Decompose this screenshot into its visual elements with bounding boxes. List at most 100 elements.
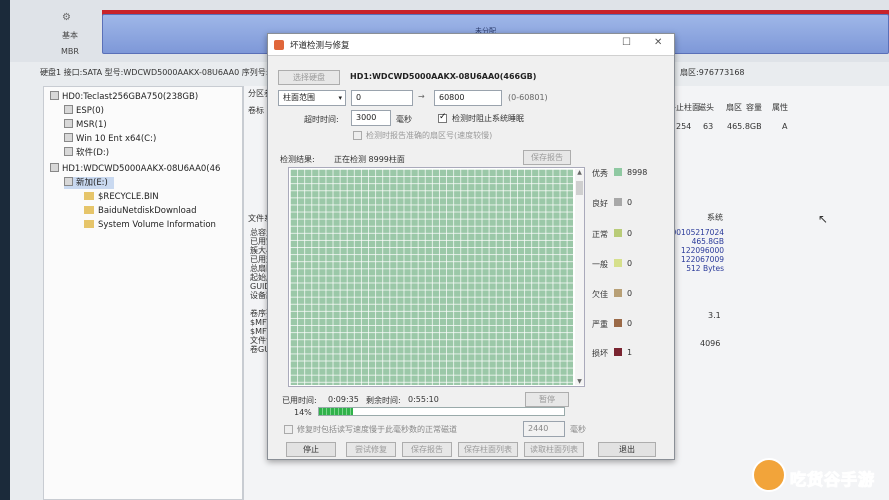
partition-icon [64, 119, 73, 128]
timeout-label: 超时时间: [304, 115, 339, 124]
tree-item-recycle[interactable]: $RECYCLE.BIN [84, 191, 159, 203]
legend-count: 8998 [627, 168, 648, 177]
legend-count: 0 [627, 229, 633, 238]
partition-icon [64, 147, 73, 156]
app-icon [274, 40, 284, 50]
range-select-value: 柱面范围 [283, 93, 315, 102]
load-cylinder-list-button[interactable]: 读取柱面列表 [524, 442, 584, 457]
partition-icon [64, 177, 73, 186]
scroll-up-icon[interactable]: ▲ [575, 169, 584, 176]
range-select[interactable]: 柱面范围 ▾ [278, 90, 346, 106]
legend-count: 0 [627, 198, 633, 207]
val-capacity: 465.8GB [727, 122, 762, 131]
elapsed-label: 已用时间: [282, 396, 317, 405]
report-exact-checkbox[interactable] [353, 131, 362, 140]
val-attr: A [782, 122, 788, 131]
watermark-logo [752, 458, 786, 492]
col-sector: 扇区 [726, 103, 742, 112]
folder-icon [84, 206, 94, 214]
info-value-v2: 4096 [700, 339, 721, 348]
to-field[interactable]: 60800 [434, 90, 502, 106]
cylinder-map [290, 169, 573, 385]
val-sector: 63 [703, 122, 714, 131]
col-capacity: 容量 [746, 103, 762, 112]
legend-label: 损坏 [592, 349, 608, 358]
bad-sector-dialog: 坏道检测与修复 ☐ ✕ 选择硬盘 HD1:WDCWD5000AAKX-08U6A… [267, 33, 675, 460]
disk-icon [50, 163, 59, 172]
scroll-thumb[interactable] [576, 181, 583, 195]
folder-icon [84, 192, 94, 200]
repair-ms-field[interactable]: 2440 [523, 421, 565, 437]
legend-count: 0 [627, 319, 633, 328]
legend-swatch-0 [614, 168, 622, 176]
tree-item-esp[interactable]: ESP(0) [64, 105, 104, 117]
exit-button[interactable]: 退出 [598, 442, 656, 457]
repair-ms-unit: 毫秒 [570, 425, 586, 434]
folder-icon [84, 220, 94, 228]
settings-icon[interactable]: ⚙ [62, 12, 71, 23]
legend-label: 良好 [592, 199, 608, 208]
tree-item-hd0[interactable]: HD0:Teclast256GBA750(238GB) [50, 91, 198, 103]
remaining-label: 剩余时间: [366, 396, 401, 405]
save-report-button[interactable]: 保存报告 [402, 442, 452, 457]
legend-swatch-4 [614, 289, 622, 297]
close-icon[interactable]: ✕ [654, 37, 662, 48]
partition-icon [64, 105, 73, 114]
save-report-top-button[interactable]: 保存报告 [523, 150, 571, 165]
tree-item-hd1[interactable]: HD1:WDCWD5000AAKX-08U6AA0(46 [50, 163, 220, 175]
legend-label: 一般 [592, 260, 608, 269]
select-disk-button[interactable]: 选择硬盘 [278, 70, 340, 85]
info-value-v1: 3.1 [708, 311, 721, 320]
progress-fill [319, 408, 354, 415]
repair-slow-checkbox[interactable] [284, 425, 293, 434]
progress-bar [318, 407, 565, 416]
legend-swatch-3 [614, 259, 622, 267]
maximize-icon[interactable]: ☐ [622, 37, 631, 48]
tree-item-e[interactable]: 新加(E:) [64, 177, 114, 189]
status-text: 正在检测 8999柱面 [334, 155, 405, 164]
scroll-down-icon[interactable]: ▼ [575, 378, 584, 385]
legend-label: 正常 [592, 230, 608, 239]
tree-item-d[interactable]: 软件(D:) [64, 147, 109, 159]
tree-item-baidu[interactable]: BaiduNetdiskDownload [84, 205, 196, 217]
cylinder-map-scrollbar[interactable]: ▲ ▼ [575, 169, 584, 385]
dialog-title: 坏道检测与修复 [290, 41, 350, 51]
chevron-down-icon: ▾ [338, 94, 342, 102]
disk-type-label: 基本 MBR [55, 28, 85, 60]
tree-item-msr[interactable]: MSR(1) [64, 119, 107, 131]
result-label: 检测结果: [280, 155, 315, 164]
timeout-field[interactable]: 3000 [351, 110, 391, 126]
disk-info-left: 硬盘1 接口:SATA 型号:WDCWD5000AAKX-08U6AA0 序列号… [40, 68, 269, 77]
disk-icon [50, 91, 59, 100]
watermark-text: 吃货谷手游 [789, 470, 876, 490]
disk-info-right: 扇区:976773168 [680, 68, 745, 77]
mouse-cursor-icon: ↖ [818, 212, 829, 226]
prevent-sleep-checkbox[interactable] [438, 112, 447, 123]
timeout-unit: 毫秒 [396, 115, 412, 124]
disk-tree: HD0:Teclast256GBA750(238GB) ESP(0) MSR(1… [43, 86, 243, 500]
legend-label: 优秀 [592, 169, 608, 178]
try-repair-button[interactable]: 尝试修复 [346, 442, 396, 457]
arrow-icon: → [418, 92, 425, 101]
basic-label: 基本 [62, 31, 78, 40]
val-head: 254 [676, 122, 692, 131]
range-hint: (0-60801) [508, 93, 548, 102]
legend-label: 欠佳 [592, 290, 608, 299]
mbr-label: MBR [61, 47, 79, 56]
progress-text: 14% [294, 408, 312, 417]
legend-count: 0 [627, 259, 633, 268]
legend-swatch-5 [614, 319, 622, 327]
tree-item-svi[interactable]: System Volume Information [84, 219, 216, 231]
dialog-titlebar: 坏道检测与修复 ☐ ✕ [268, 34, 674, 56]
elapsed-value: 0:09:35 [328, 395, 359, 404]
report-exact-label: 检测时报告准确的扇区号(速度较慢) [366, 131, 493, 140]
save-cylinder-list-button[interactable]: 保存柱面列表 [458, 442, 518, 457]
stop-button[interactable]: 停止 [286, 442, 336, 457]
legend-label: 严重 [592, 320, 608, 329]
repair-slow-label: 修复时包括读写速度慢于此毫秒数的正常磁道 [297, 425, 457, 434]
col-head: 磁头 [698, 103, 714, 112]
from-field[interactable]: 0 [351, 90, 413, 106]
disk-name: HD1:WDCWD5000AAKX-08U6AA0(466GB) [350, 72, 537, 81]
pause-button[interactable]: 暂停 [525, 392, 569, 407]
tree-item-c[interactable]: Win 10 Ent x64(C:) [64, 133, 156, 145]
